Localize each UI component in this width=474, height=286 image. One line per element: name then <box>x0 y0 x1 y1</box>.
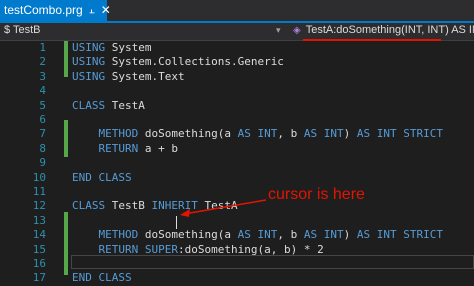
annotation-arrow <box>180 199 267 217</box>
